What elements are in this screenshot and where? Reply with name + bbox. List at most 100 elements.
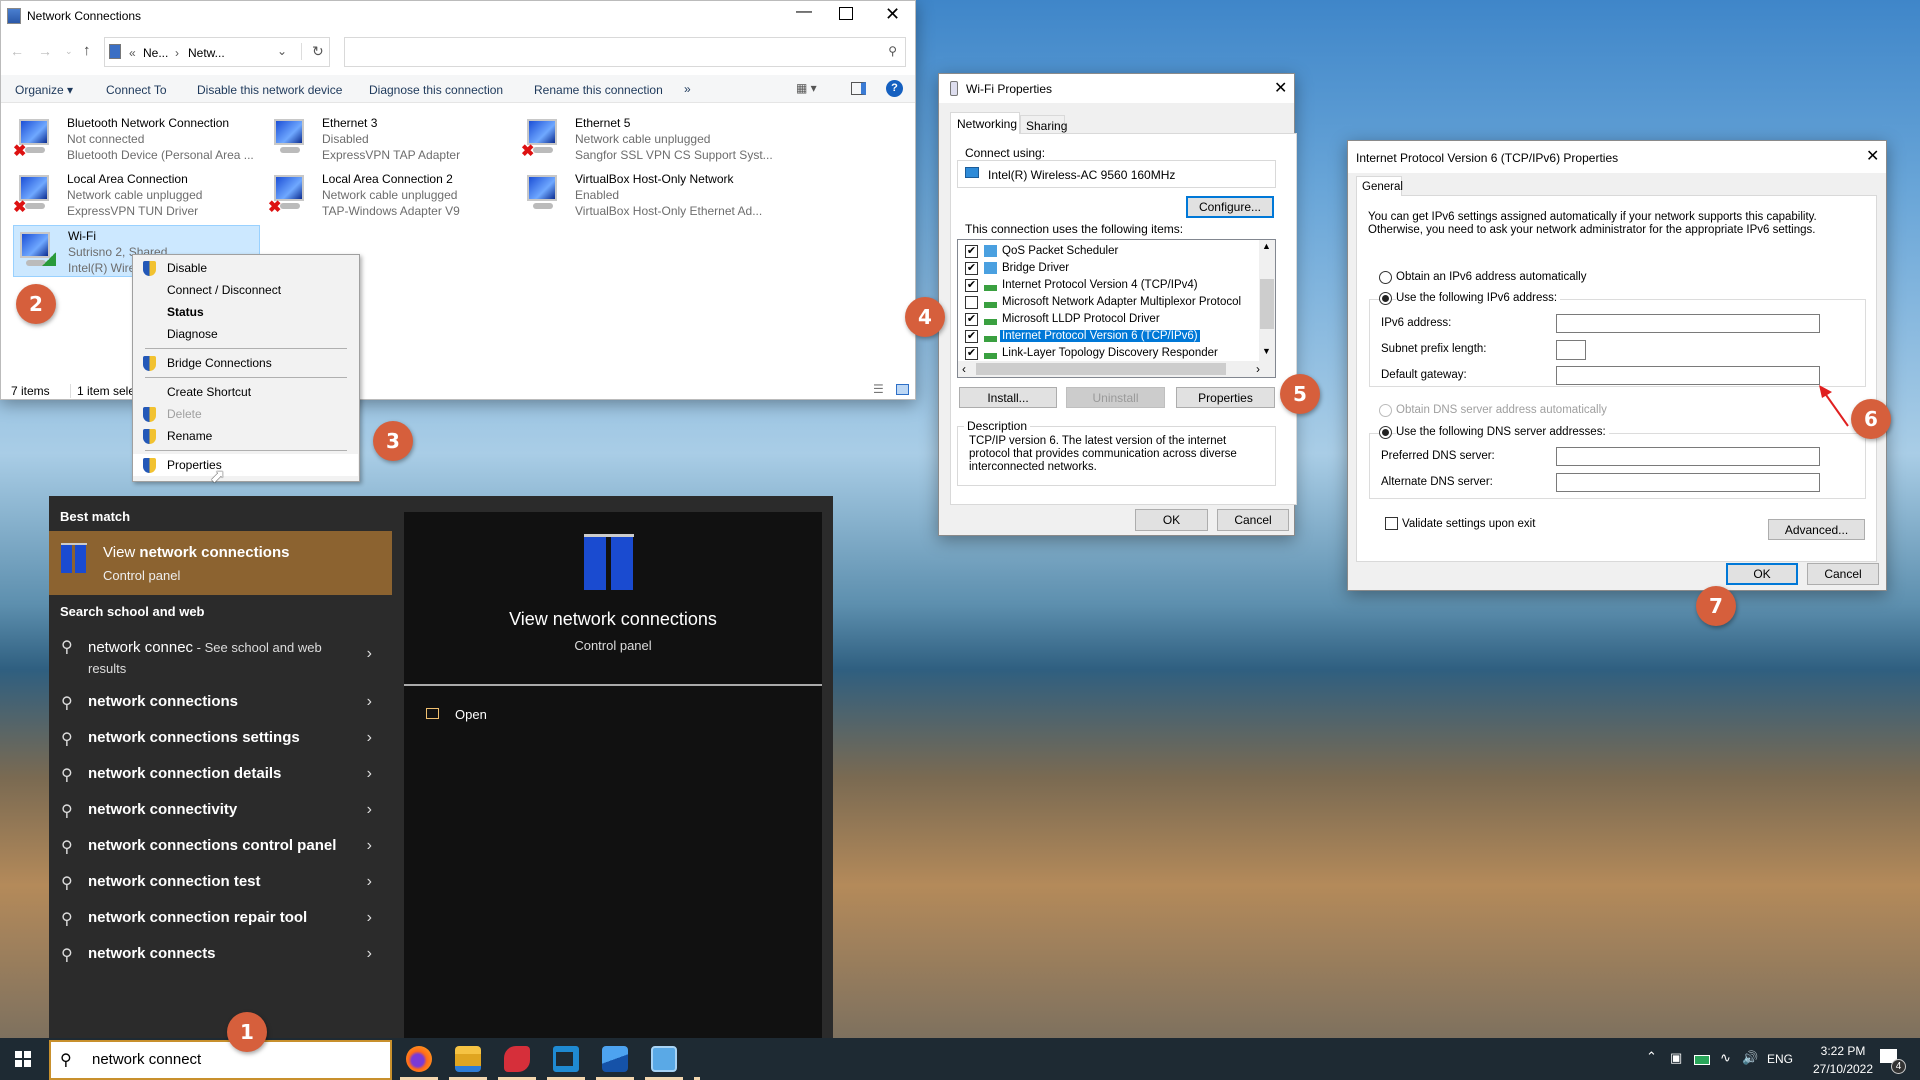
help-icon[interactable]: ? <box>886 80 903 97</box>
back-button[interactable]: ← <box>10 43 24 59</box>
photos-icon[interactable] <box>602 1046 628 1072</box>
horizontal-scrollbar[interactable]: ‹ › <box>958 361 1275 377</box>
components-list[interactable]: ▲ ▼ ‹ › ✔ QoS Packet Scheduler ✔ Bridge Dri… <box>957 239 1276 378</box>
scroll-down-icon[interactable]: ▼ <box>1262 346 1271 356</box>
breadcrumb-item[interactable]: Netw... <box>188 46 225 60</box>
chevron-right-icon[interactable]: › <box>367 729 372 747</box>
vscode-icon[interactable] <box>553 1046 579 1072</box>
validate-label[interactable]: Validate settings upon exit <box>1402 518 1535 530</box>
use-following-ipv6-radio[interactable] <box>1379 292 1392 305</box>
ok-button[interactable]: OK <box>1135 509 1208 531</box>
scroll-right-icon[interactable]: › <box>1256 362 1260 376</box>
chevron-right-icon[interactable]: › <box>367 873 372 891</box>
context-menu-item-rename[interactable]: Rename <box>133 425 358 447</box>
forward-button[interactable]: → <box>38 43 52 59</box>
battery-icon[interactable] <box>1694 1055 1710 1065</box>
component-item[interactable]: ✔ QoS Packet Scheduler <box>958 243 1258 260</box>
preferred-dns-input[interactable] <box>1556 447 1820 466</box>
best-match-item[interactable]: View network connections Control panel <box>49 531 392 595</box>
change-view-icon[interactable]: ▦ ▾ <box>796 81 817 95</box>
breadcrumb-overflow[interactable]: « <box>129 46 136 60</box>
component-checkbox[interactable]: ✔ <box>965 330 978 343</box>
scroll-up-icon[interactable]: ▲ <box>1262 241 1271 251</box>
use-following-dns-label[interactable]: Use the following DNS server addresses: <box>1396 426 1609 438</box>
context-menu-item-bridge-connections[interactable]: Bridge Connections <box>133 352 358 374</box>
component-item[interactable]: ✔ Bridge Driver <box>958 260 1258 277</box>
advanced-button[interactable]: Advanced... <box>1768 519 1865 540</box>
context-menu-item-properties[interactable]: Properties <box>133 454 358 476</box>
scroll-thumb[interactable] <box>1260 279 1274 329</box>
component-item[interactable]: ✔ Internet Protocol Version 6 (TCP/IPv6) <box>958 328 1258 345</box>
more-commands-button[interactable]: » <box>684 82 691 96</box>
search-suggestion[interactable]: ⚲ network connection repair tool › <box>49 909 392 939</box>
expressvpn-icon[interactable] <box>504 1046 530 1072</box>
component-checkbox[interactable]: ✔ <box>965 313 978 326</box>
tab-general[interactable]: General <box>1356 176 1403 196</box>
rename-button[interactable]: Rename this connection <box>534 83 663 97</box>
ipv6-address-input[interactable] <box>1556 314 1820 333</box>
open-action[interactable]: Open <box>426 707 487 722</box>
diagnose-button[interactable]: Diagnose this connection <box>369 83 503 97</box>
component-item[interactable]: Microsoft Network Adapter Multiplexor Pr… <box>958 294 1258 311</box>
component-item[interactable]: ✔ Link-Layer Topology Discovery Responder <box>958 345 1258 362</box>
tab-sharing[interactable]: Sharing <box>1020 115 1067 134</box>
component-checkbox[interactable]: ✔ <box>965 279 978 292</box>
maximize-button[interactable] <box>839 7 853 20</box>
volume-icon[interactable]: 🔊 <box>1742 1050 1758 1066</box>
search-suggestion[interactable]: ⚲ network connections › <box>49 693 392 723</box>
close-button[interactable]: ✕ <box>1866 146 1879 166</box>
chevron-right-icon[interactable]: › <box>367 945 372 963</box>
up-button[interactable]: ↑ <box>83 42 91 59</box>
alternate-dns-input[interactable] <box>1556 473 1820 492</box>
cancel-button[interactable]: Cancel <box>1807 563 1879 585</box>
use-following-dns-radio[interactable] <box>1379 426 1392 439</box>
minimize-button[interactable]: — <box>791 3 817 21</box>
chevron-right-icon[interactable]: › <box>367 909 372 927</box>
connection-item[interactable]: ✖ Local Area Connection 2 Network cable un… <box>268 169 515 221</box>
tab-networking[interactable]: Networking <box>950 112 1020 134</box>
search-suggestion[interactable]: ⚲ network connectivity › <box>49 801 392 831</box>
obtain-ipv6-auto-radio[interactable] <box>1379 271 1392 284</box>
context-menu-item-disable[interactable]: Disable <box>133 257 358 279</box>
component-checkbox[interactable]: ✔ <box>965 347 978 360</box>
search-suggestion[interactable]: ⚲ network connection details › <box>49 765 392 795</box>
context-menu-item-status[interactable]: Status <box>133 301 358 323</box>
connection-item[interactable]: VirtualBox Host-Only Network Enabled Virtu… <box>521 169 768 221</box>
scroll-left-icon[interactable]: ‹ <box>962 362 966 376</box>
refresh-button[interactable]: ↻ <box>301 43 324 60</box>
connection-item[interactable]: ✖ Bluetooth Network Connection Not connect… <box>13 113 260 165</box>
chevron-right-icon[interactable]: › <box>367 693 372 711</box>
context-menu-item-diagnose[interactable]: Diagnose <box>133 323 358 345</box>
search-suggestion[interactable]: ⚲ network connects › <box>49 945 392 975</box>
connection-item[interactable]: Ethernet 3 Disabled ExpressVPN TAP Adapter <box>268 113 515 165</box>
chevron-right-icon[interactable]: › <box>367 801 372 819</box>
search-box[interactable]: ⚲ <box>344 37 906 67</box>
search-suggestion[interactable]: ⚲ network connections control panel › <box>49 837 392 867</box>
scroll-h-thumb[interactable] <box>976 363 1226 375</box>
address-bar[interactable]: « Ne... › Netw... ⌄ ↻ <box>104 37 330 67</box>
chevron-right-icon[interactable]: › <box>367 837 372 855</box>
organize-menu[interactable]: Organize ▾ <box>15 83 73 97</box>
validate-checkbox[interactable] <box>1385 517 1398 530</box>
install-button[interactable]: Install... <box>959 387 1057 408</box>
context-menu-item-connect-disconnect[interactable]: Connect / Disconnect <box>133 279 358 301</box>
start-button[interactable] <box>15 1051 31 1067</box>
search-suggestion[interactable]: ⚲ network connection test › <box>49 873 392 903</box>
file-explorer-icon[interactable] <box>455 1046 481 1072</box>
component-checkbox[interactable] <box>965 296 978 309</box>
details-view-icon[interactable]: ☰ <box>873 382 884 396</box>
camera-icon[interactable]: ▣ <box>1670 1050 1682 1066</box>
close-button[interactable]: ✕ <box>1274 78 1287 98</box>
firefox-icon[interactable] <box>406 1046 432 1072</box>
close-button[interactable]: ✕ <box>885 4 900 25</box>
clock-date[interactable]: 27/10/2022 <box>1800 1062 1886 1076</box>
show-hidden-icons[interactable]: ⌃ <box>1646 1049 1657 1065</box>
chevron-right-icon[interactable]: › <box>367 645 372 663</box>
cancel-button[interactable]: Cancel <box>1217 509 1289 531</box>
wifi-icon[interactable]: ∿ <box>1720 1050 1731 1066</box>
search-suggestion[interactable]: ⚲ network connec - See school and web res… <box>49 637 392 681</box>
configure-button[interactable]: Configure... <box>1186 196 1274 218</box>
chevron-right-icon[interactable]: › <box>367 765 372 783</box>
taskbar-search-box[interactable]: ⚲ network connect <box>49 1040 392 1080</box>
ok-button[interactable]: OK <box>1726 563 1798 585</box>
